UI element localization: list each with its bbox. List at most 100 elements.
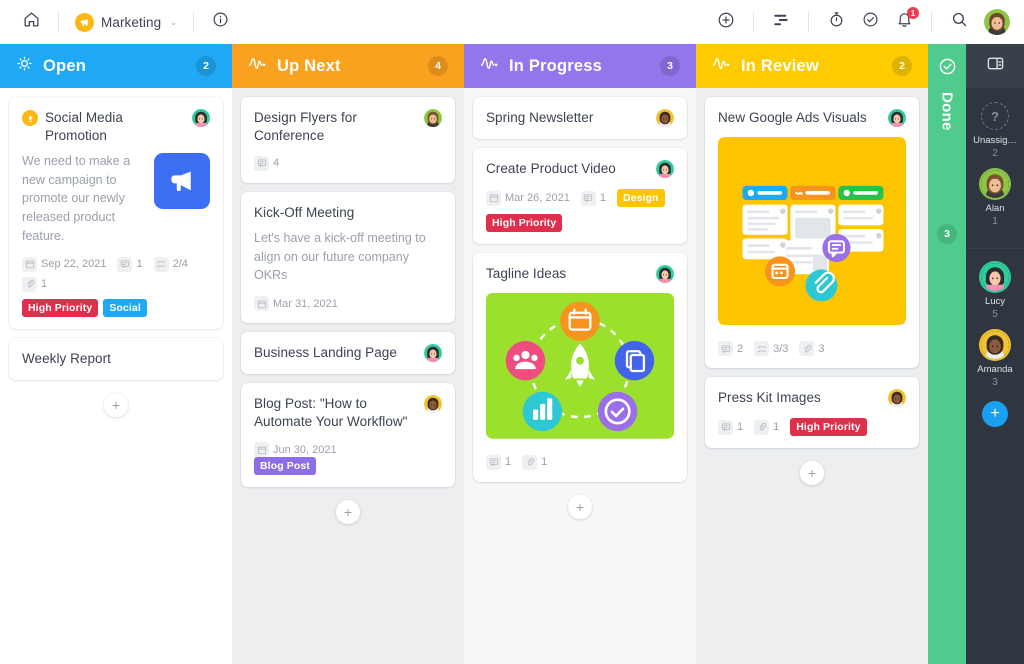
notifications-button[interactable]: 1 [887, 5, 921, 39]
calendar-icon [22, 256, 37, 272]
card[interactable]: Business Landing Page [241, 332, 455, 375]
attachment-icon [522, 454, 538, 470]
done-column-count: 3 [937, 224, 957, 244]
card[interactable]: Weekly Report [9, 337, 223, 380]
column-body-inreview: New Google Ads Visuals 2 3/3 3 Press Kit… [696, 88, 928, 664]
card-assignee-avatar[interactable] [424, 109, 442, 127]
attachment-icon [799, 341, 815, 356]
meta-text: 1 [136, 258, 143, 271]
card-tag[interactable]: Blog Post [254, 457, 316, 476]
card[interactable]: Press Kit Images 1 1 High Priority [705, 377, 919, 448]
meta-text: 2/4 [172, 258, 188, 271]
member-lucy[interactable]: Lucy 5 [966, 263, 1024, 320]
kanban-board: Open 2 Social Media Promotion We need to… [0, 44, 1024, 664]
card-assignee-avatar[interactable] [656, 160, 674, 178]
comment-icon [718, 419, 733, 435]
meta-text: Mar 26, 2021 [505, 192, 570, 204]
add-button[interactable] [709, 5, 743, 39]
done-column-title: Done [938, 92, 956, 131]
column-inreview: In Review 2 New Google Ads Visuals 2 3/3… [696, 44, 928, 664]
add-card-button-open[interactable]: + [104, 392, 128, 417]
card-header: Kick-Off Meeting [254, 204, 442, 222]
divider [192, 12, 194, 32]
member-amanda[interactable]: Amanda 3 [966, 331, 1024, 388]
card-assignee-avatar[interactable] [656, 109, 674, 127]
member-alan[interactable]: Alan 1 [966, 170, 1024, 227]
card-tag[interactable]: Social [103, 298, 147, 317]
card[interactable]: Design Flyers for Conference 4 [241, 97, 455, 183]
plus-circle-icon [717, 11, 735, 34]
card[interactable]: Tagline Ideas 1 1 [473, 253, 687, 482]
column-count: 2 [196, 56, 216, 76]
card-title: Tagline Ideas [486, 266, 567, 281]
card-assignee-avatar[interactable] [888, 389, 906, 407]
checklist-icon [153, 256, 169, 272]
column-title: In Review [741, 56, 819, 75]
card-description-row: We need to make a new campaign to promot… [22, 145, 210, 246]
card-tag[interactable]: High Priority [486, 214, 563, 232]
column-header-upnext[interactable]: Up Next 4 [232, 44, 464, 88]
meta-text: 1 [773, 421, 780, 433]
card-cover-image[interactable] [486, 293, 674, 444]
card-assignee-avatar[interactable] [424, 344, 442, 363]
card-assignee-avatar[interactable] [192, 109, 210, 127]
column-header-inreview[interactable]: In Review 2 [696, 44, 928, 88]
panel-toggle-button[interactable] [966, 44, 1024, 88]
timer-button[interactable] [819, 5, 853, 39]
card-header: Weekly Report [22, 350, 210, 368]
card-tag[interactable]: High Priority [22, 298, 99, 317]
divider [58, 12, 59, 32]
card-meta: Jun 30, 2021 [254, 442, 442, 458]
card-assignee-avatar[interactable] [888, 109, 906, 127]
meta-text: 4 [273, 157, 280, 170]
member-unassigned[interactable]: ? Unassig… 2 [966, 102, 1024, 159]
card-header: Business Landing Page [254, 344, 442, 363]
card-header: New Google Ads Visuals [718, 109, 906, 127]
home-button[interactable] [14, 5, 48, 39]
meta-text: 1 [541, 456, 548, 469]
card[interactable]: Blog Post: "How to Automate Your Workflo… [241, 383, 455, 488]
column-header-inprogress[interactable]: In Progress 3 [464, 44, 696, 88]
card-cover-image[interactable] [718, 137, 906, 330]
add-member-button[interactable]: + [982, 401, 1008, 427]
add-card-button-inreview[interactable]: + [800, 461, 824, 485]
card-tag[interactable]: Design [616, 189, 665, 207]
card-tag[interactable]: High Priority [790, 418, 867, 436]
avatar [981, 331, 1009, 359]
meta-calendar: Sep 22, 2021 [22, 256, 106, 272]
tasks-button[interactable] [853, 5, 887, 39]
pulse-icon [248, 54, 267, 78]
card-meta: 1 1 [486, 454, 674, 470]
member-name: Alan [985, 203, 1005, 214]
card[interactable]: New Google Ads Visuals 2 3/3 3 [705, 97, 919, 368]
stopwatch-icon [828, 11, 845, 33]
card[interactable]: Kick-Off Meeting Let's have a kick-off me… [241, 191, 455, 324]
comment-icon [486, 454, 501, 470]
add-card-button-inprogress[interactable]: + [568, 494, 592, 519]
column-count: 3 [660, 56, 680, 76]
project-selector[interactable]: Marketing ⌄ [69, 12, 183, 32]
card-title: Press Kit Images [718, 390, 821, 405]
member-count: 2 [992, 148, 998, 159]
search-button[interactable] [942, 5, 976, 39]
info-button[interactable] [204, 5, 238, 39]
divider [753, 12, 754, 32]
column-header-open[interactable]: Open 2 [0, 44, 232, 88]
card[interactable]: Spring Newsletter [473, 97, 687, 139]
filter-button[interactable] [764, 5, 798, 39]
card-description: Let's have a kick-off meeting to align o… [254, 230, 426, 283]
checklist-icon [754, 341, 770, 356]
column-body-open: Social Media Promotion We need to make a… [0, 88, 232, 664]
card[interactable]: Create Product Video Mar 26, 2021 1 Desi… [473, 148, 687, 244]
column-open: Open 2 Social Media Promotion We need to… [0, 44, 232, 664]
add-card-button-upnext[interactable]: + [336, 500, 360, 525]
card-assignee-avatar[interactable] [424, 395, 442, 414]
avatar [981, 263, 1009, 291]
card[interactable]: Social Media Promotion We need to make a… [9, 97, 223, 329]
done-column[interactable]: Done 3 [928, 44, 966, 664]
user-avatar-button[interactable] [984, 9, 1010, 35]
member-name: Amanda [977, 364, 1013, 375]
card-title: Spring Newsletter [486, 110, 594, 125]
check-circle-icon [862, 11, 879, 33]
card-assignee-avatar[interactable] [656, 265, 674, 283]
